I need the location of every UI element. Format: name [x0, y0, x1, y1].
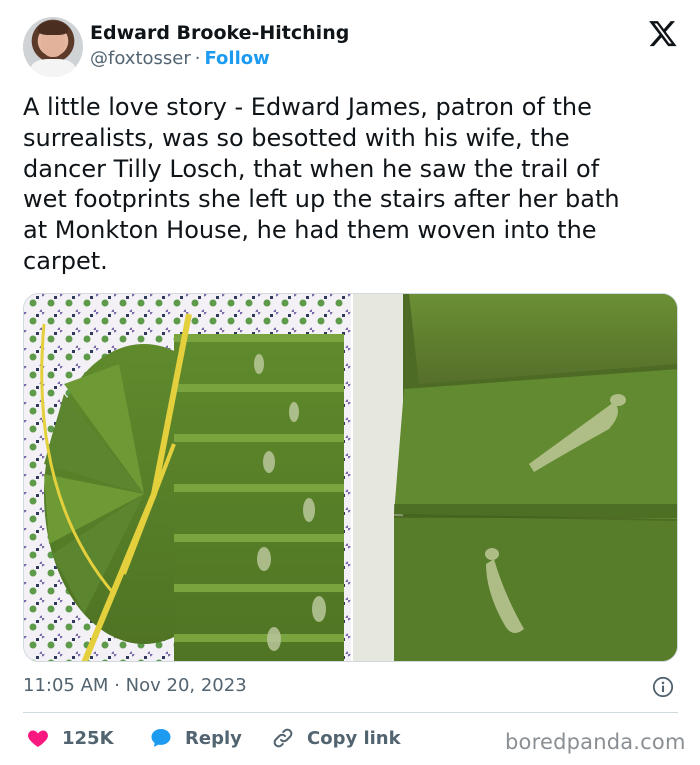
timestamp-separator: · [114, 675, 120, 696]
tweet-media[interactable] [23, 293, 678, 662]
left-photo [24, 294, 351, 661]
info-icon[interactable] [652, 676, 674, 698]
link-icon [273, 728, 293, 748]
avatar-shirt [31, 59, 75, 77]
divider [23, 712, 678, 713]
handle-separator: · [194, 48, 201, 69]
right-photo [353, 294, 677, 661]
copy-link-label: Copy link [307, 727, 401, 749]
author-handle[interactable]: @foxtosser [90, 48, 191, 69]
avatar-hair [38, 21, 68, 35]
boredpanda-watermark: boredpanda.com [505, 730, 686, 754]
reply-bubble-icon [151, 729, 171, 747]
follow-button[interactable]: Follow [204, 48, 269, 69]
tweet-timestamp[interactable]: 11:05 AM · Nov 20, 2023 [23, 675, 247, 696]
author-avatar[interactable] [23, 17, 83, 77]
heart-icon [28, 730, 48, 747]
like-count: 125K [62, 727, 114, 749]
like-button[interactable]: 125K [26, 726, 114, 750]
author-handle-row: @foxtosser · Follow [90, 48, 270, 69]
reply-label: Reply [185, 727, 242, 749]
tweet-text: A little love story - Edward James, patr… [23, 93, 620, 275]
timestamp-time: 11:05 AM [23, 675, 109, 696]
reply-button[interactable]: Reply [149, 726, 242, 750]
timestamp-date: Nov 20, 2023 [125, 675, 247, 696]
x-logo-icon[interactable] [648, 18, 678, 48]
copy-link-button[interactable]: Copy link [271, 726, 401, 750]
author-name[interactable]: Edward Brooke-Hitching [90, 22, 349, 44]
media-photos [24, 294, 677, 661]
